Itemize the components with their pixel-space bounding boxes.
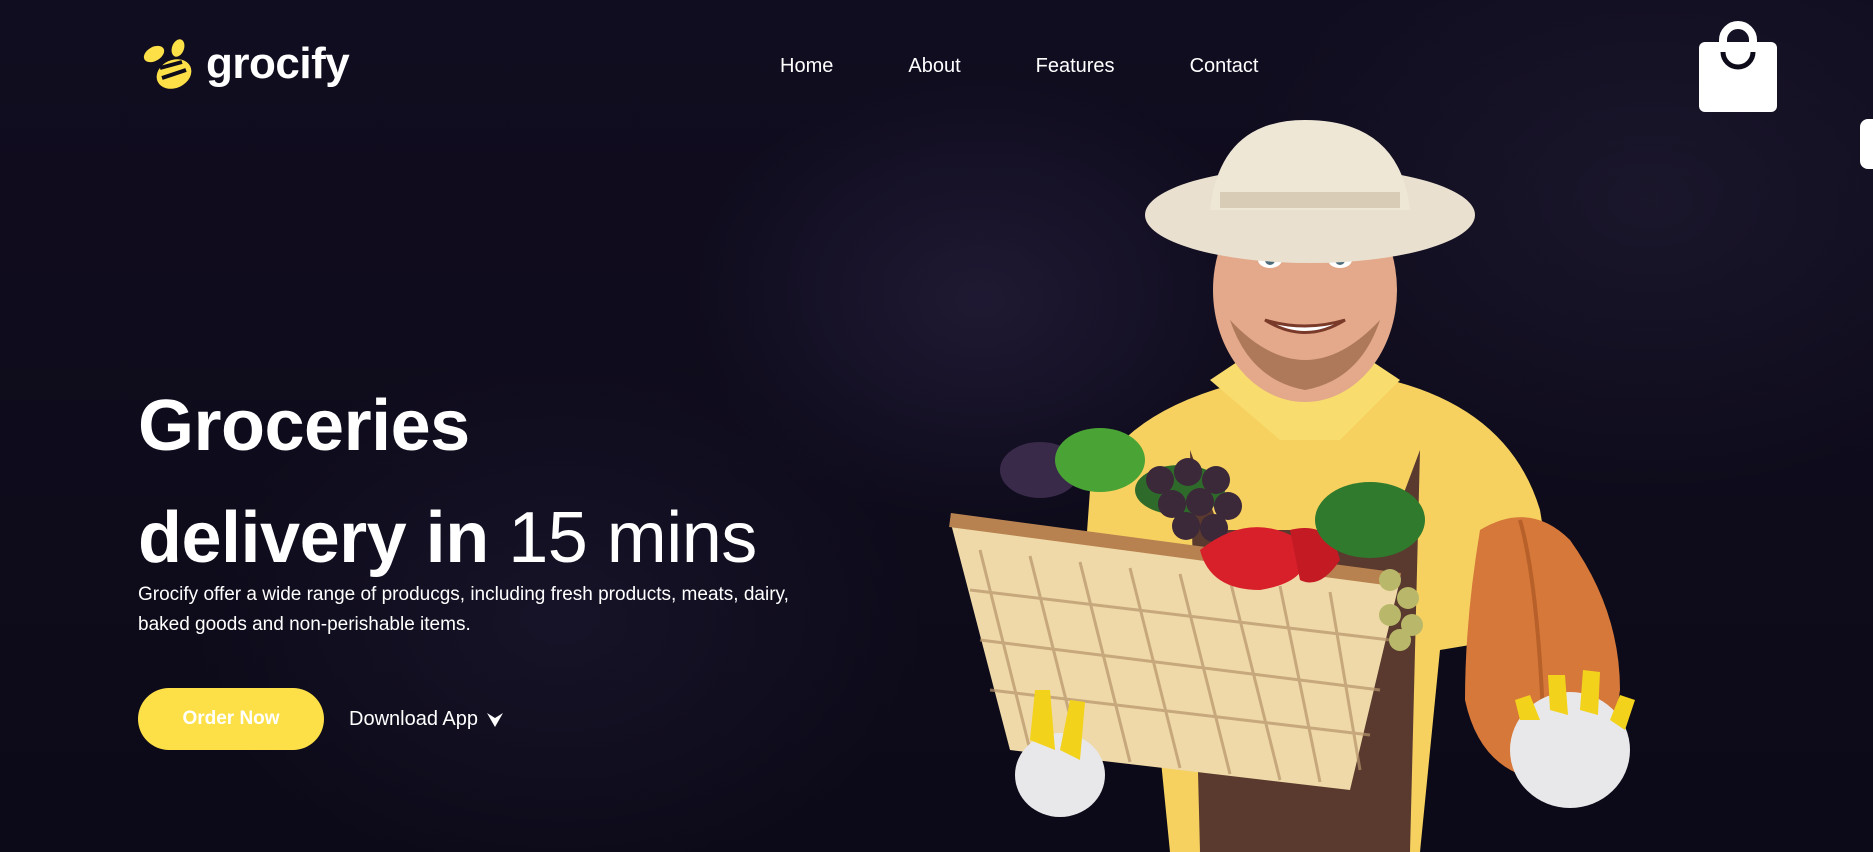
brand-name: grocify: [206, 39, 350, 88]
landing-page: grocify Home About Features Contact Groc…: [0, 0, 1873, 852]
farmer-hero-image: [949, 120, 1635, 852]
caret-down-icon: [486, 712, 503, 727]
hero-title-light: 15 mins: [508, 498, 757, 578]
hero-title-line2: delivery in 15 mins: [138, 482, 757, 594]
nav-about[interactable]: About: [908, 55, 960, 78]
order-now-button[interactable]: Order Now: [138, 688, 324, 750]
side-tab[interactable]: [1860, 119, 1873, 169]
nav-features[interactable]: Features: [1036, 55, 1115, 78]
download-app-link[interactable]: Download App: [349, 708, 504, 731]
download-app-label: Download App: [349, 708, 478, 730]
hero-title: Groceries delivery in 15 mins: [138, 370, 757, 594]
hero-description: Grocify offer a wide range of producgs, …: [138, 584, 789, 635]
nav-home[interactable]: Home: [780, 55, 833, 78]
hero-title-line1: Groceries: [138, 386, 470, 466]
hero-title-bold: delivery in: [138, 498, 489, 578]
main-nav: Home About Features Contact: [780, 55, 1334, 78]
shopping-bag-icon[interactable]: [1697, 18, 1779, 114]
bee-logo-icon: [143, 39, 192, 89]
nav-contact[interactable]: Contact: [1190, 55, 1259, 78]
brand-logo[interactable]: grocify: [138, 38, 350, 94]
